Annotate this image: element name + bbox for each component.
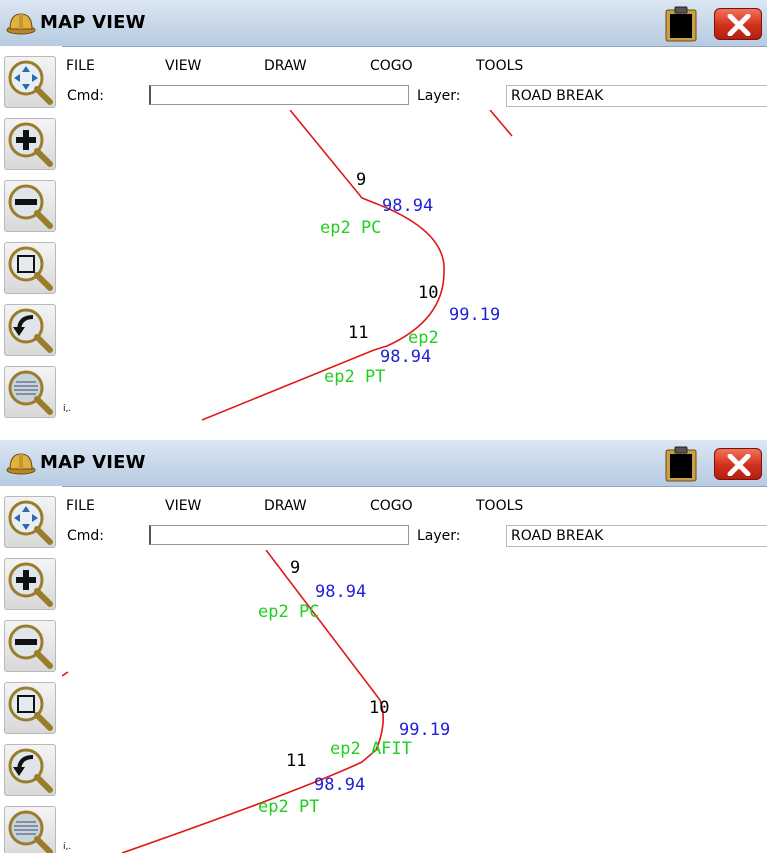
map-canvas[interactable]: 9 98.94 ep2 PC 10 99.19 ep2 AFIT 11 98.9… [62, 550, 767, 853]
point-description-11: ep2 PT [324, 367, 385, 387]
zoom-pan-icon [8, 60, 53, 105]
cmd-label: Cmd: [67, 528, 105, 544]
window-title: MAP VIEW [40, 452, 146, 473]
clipboard-icon[interactable] [664, 6, 698, 42]
map-view-window-1: MAP VIEW FILE VIEW DRAW COGO TOOLS Cmd: … [0, 0, 767, 426]
point-number-11: 11 [348, 323, 368, 343]
corner-glyph: i,. [63, 842, 72, 852]
title-bar: MAP VIEW [0, 0, 767, 47]
menu-bar: FILE VIEW DRAW COGO TOOLS [62, 496, 767, 518]
zoom-pan-icon [8, 500, 53, 545]
zoom-in-icon [8, 122, 53, 167]
cmd-input[interactable] [149, 85, 409, 105]
zoom-out-button[interactable] [4, 620, 56, 672]
menu-bar: FILE VIEW DRAW COGO TOOLS [62, 56, 767, 78]
road-breakline-2 [62, 671, 69, 677]
point-description-10: ep2 [408, 328, 439, 348]
command-row: Cmd: Layer: ROAD BREAK [62, 84, 767, 110]
zoom-toolbar [0, 46, 62, 426]
zoom-previous-icon [8, 308, 53, 353]
menu-draw[interactable]: DRAW [264, 498, 307, 514]
point-elevation-9: 98.94 [315, 582, 366, 602]
zoom-previous-button[interactable] [4, 744, 56, 796]
cmd-input[interactable] [149, 525, 409, 545]
point-elevation-11: 98.94 [314, 775, 365, 795]
close-icon [727, 14, 751, 36]
point-number-10: 10 [418, 283, 438, 303]
point-description-10: ep2 AFIT [330, 739, 412, 759]
zoom-window-button[interactable] [4, 242, 56, 294]
point-number-11: 11 [286, 751, 306, 771]
zoom-in-button[interactable] [4, 118, 56, 170]
zoom-in-button[interactable] [4, 558, 56, 610]
menu-cogo[interactable]: COGO [370, 498, 413, 514]
window-title: MAP VIEW [40, 12, 146, 33]
road-breakline-2 [489, 110, 513, 137]
title-bar: MAP VIEW [0, 440, 767, 487]
menu-tools[interactable]: TOOLS [476, 498, 523, 514]
menu-tools[interactable]: TOOLS [476, 58, 523, 74]
map-view-window-2: MAP VIEW FILE VIEW DRAW COGO TOOLS Cmd: … [0, 440, 767, 853]
menu-view[interactable]: VIEW [165, 498, 201, 514]
zoom-out-button[interactable] [4, 180, 56, 232]
menu-file[interactable]: FILE [66, 58, 95, 74]
hardhat-icon [6, 453, 36, 475]
zoom-in-icon [8, 562, 53, 607]
zoom-out-icon [8, 184, 53, 229]
layer-label: Layer: [417, 528, 461, 544]
point-elevation-10: 99.19 [399, 720, 450, 740]
close-icon [727, 454, 751, 476]
zoom-window-icon [8, 686, 53, 731]
zoom-toolbar [0, 486, 62, 853]
zoom-extents-icon [8, 370, 53, 415]
zoom-window-button[interactable] [4, 682, 56, 734]
point-number-9: 9 [356, 170, 366, 190]
point-elevation-9: 98.94 [382, 196, 433, 216]
layer-label: Layer: [417, 88, 461, 104]
close-button[interactable] [714, 448, 762, 480]
point-elevation-11: 98.94 [380, 347, 431, 367]
zoom-extents-button[interactable] [4, 806, 56, 853]
zoom-pan-button[interactable] [4, 56, 56, 108]
cmd-label: Cmd: [67, 88, 105, 104]
corner-glyph: i,. [63, 404, 72, 414]
layer-dropdown[interactable]: ROAD BREAK [506, 525, 767, 547]
zoom-previous-icon [8, 748, 53, 793]
menu-view[interactable]: VIEW [165, 58, 201, 74]
zoom-window-icon [8, 246, 53, 291]
point-elevation-10: 99.19 [449, 305, 500, 325]
command-row: Cmd: Layer: ROAD BREAK [62, 524, 767, 550]
point-description-9: ep2 PC [320, 218, 381, 238]
map-canvas[interactable]: 9 98.94 ep2 PC 10 99.19 11 ep2 98.94 ep2… [62, 110, 767, 426]
point-number-9: 9 [290, 558, 300, 578]
layer-dropdown[interactable]: ROAD BREAK [506, 85, 767, 107]
menu-file[interactable]: FILE [66, 498, 95, 514]
zoom-out-icon [8, 624, 53, 669]
zoom-extents-button[interactable] [4, 366, 56, 418]
zoom-pan-button[interactable] [4, 496, 56, 548]
hardhat-icon [6, 13, 36, 35]
close-button[interactable] [714, 8, 762, 40]
menu-draw[interactable]: DRAW [264, 58, 307, 74]
clipboard-icon[interactable] [664, 446, 698, 482]
zoom-previous-button[interactable] [4, 304, 56, 356]
menu-cogo[interactable]: COGO [370, 58, 413, 74]
point-description-9: ep2 PC [258, 602, 319, 622]
point-description-11: ep2 PT [258, 797, 319, 817]
point-number-10: 10 [369, 698, 389, 718]
zoom-extents-icon [8, 810, 53, 853]
